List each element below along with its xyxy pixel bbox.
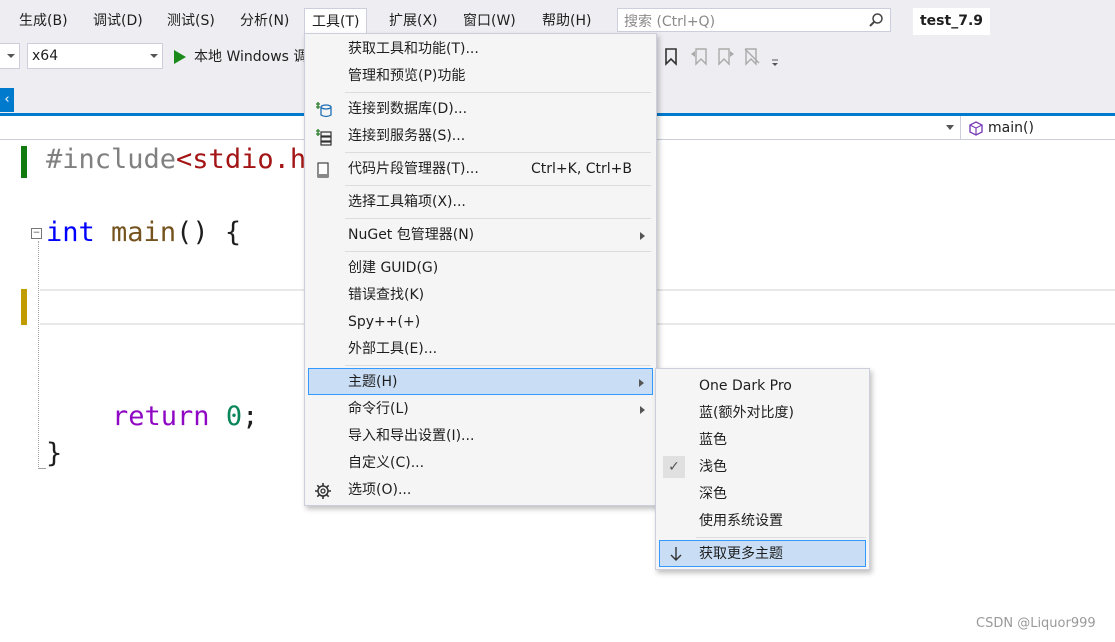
- chevron-down-icon: [150, 54, 158, 58]
- menu-item-create-guid[interactable]: 创建 GUID(G): [308, 255, 653, 282]
- include-header: <stdio.h: [176, 144, 307, 175]
- next-bookmark-icon[interactable]: [717, 48, 735, 66]
- menu-debug[interactable]: 调试(D): [86, 8, 150, 34]
- chevron-down-icon[interactable]: [946, 125, 954, 130]
- submenu-arrow-icon: [640, 406, 645, 414]
- return-value: 0: [225, 401, 243, 432]
- menu-separator: [345, 92, 651, 93]
- menu-item-options[interactable]: 选项(O)...: [308, 477, 653, 504]
- clear-bookmarks-icon[interactable]: [744, 48, 762, 66]
- menu-separator: [345, 365, 651, 366]
- return-keyword: return: [112, 401, 210, 432]
- run-label: 本地 Windows 调: [194, 49, 308, 65]
- scroll-tabs-left-icon[interactable]: ‹: [0, 88, 14, 112]
- main-signature-rest: () {: [176, 217, 242, 248]
- menu-test[interactable]: 测试(S): [160, 8, 222, 34]
- chevron-down-icon: [7, 54, 15, 58]
- tools-menu: 获取工具和功能(T)... 管理和预览(P)功能 连接到数据库(D)... 连接…: [304, 33, 657, 506]
- menu-tools[interactable]: 工具(T): [304, 8, 368, 35]
- theme-light[interactable]: ✓ 浅色: [659, 454, 866, 481]
- menu-item-spy[interactable]: Spy++(+): [308, 309, 653, 336]
- search-icon[interactable]: [868, 12, 884, 28]
- menu-item-command-line[interactable]: 命令行(L): [308, 396, 653, 423]
- run-button[interactable]: 本地 Windows 调: [170, 46, 307, 68]
- platform-dropdown[interactable]: x64: [27, 43, 163, 69]
- menu-separator: [345, 152, 651, 153]
- menu-item-customize[interactable]: 自定义(C)...: [308, 450, 653, 477]
- gear-icon: [315, 483, 331, 499]
- menu-separator: [345, 218, 651, 219]
- menu-separator: [345, 251, 651, 252]
- menu-separator: [345, 185, 651, 186]
- database-connect-icon: [316, 102, 332, 118]
- collapse-toggle-icon[interactable]: −: [31, 228, 42, 239]
- submenu-arrow-icon: [639, 379, 644, 387]
- include-keyword: #include: [46, 144, 177, 175]
- scope-guide-line: [38, 241, 39, 469]
- theme-submenu: One Dark Pro 蓝(额外对比度) 蓝色 ✓ 浅色 深色 使用系统设置 …: [655, 368, 870, 570]
- main-function-name: main: [111, 217, 177, 248]
- arrow-down-icon: [670, 547, 682, 561]
- menu-item-error-lookup[interactable]: 错误查找(K): [308, 282, 653, 309]
- code-line-main: int main() {: [46, 217, 241, 248]
- menu-item-nuget[interactable]: NuGet 包管理器(N): [308, 222, 653, 249]
- toolbar-overflow-icon[interactable]: [770, 54, 780, 72]
- method-cube-icon: [969, 121, 983, 136]
- return-semicolon: ;: [242, 401, 259, 432]
- menu-item-get-tools[interactable]: 获取工具和功能(T)...: [308, 36, 653, 63]
- menu-item-connect-server[interactable]: 连接到服务器(S)...: [308, 123, 653, 150]
- menu-item-choose-toolbox[interactable]: 选择工具箱项(X)...: [308, 189, 653, 216]
- theme-get-more[interactable]: 获取更多主题: [659, 540, 866, 567]
- shortcut-text: Ctrl+K, Ctrl+B: [531, 161, 632, 177]
- watermark: CSDN @Liquor999: [976, 616, 1096, 631]
- member-label: main(): [988, 120, 1034, 136]
- code-line-include: #include<stdio.h: [46, 144, 306, 175]
- theme-blue[interactable]: 蓝色: [659, 427, 866, 454]
- search-placeholder: 搜索 (Ctrl+Q): [624, 14, 716, 30]
- theme-use-system[interactable]: 使用系统设置: [659, 508, 866, 535]
- project-title: test_7.9: [913, 8, 990, 35]
- snippet-icon: [317, 162, 329, 178]
- platform-value: x64: [32, 48, 59, 64]
- menu-extensions[interactable]: 扩展(X): [382, 8, 445, 34]
- menu-item-snippets-manager[interactable]: 代码片段管理器(T)... Ctrl+K, Ctrl+B: [308, 156, 653, 183]
- menu-item-manage-preview[interactable]: 管理和预览(P)功能: [308, 63, 653, 90]
- configuration-dropdown[interactable]: [0, 43, 20, 69]
- menu-analyze[interactable]: 分析(N): [233, 8, 296, 34]
- menu-window[interactable]: 窗口(W): [456, 8, 523, 34]
- search-input[interactable]: 搜索 (Ctrl+Q): [617, 8, 891, 32]
- previous-bookmark-icon[interactable]: [690, 48, 708, 66]
- saved-change-marker: [21, 146, 27, 178]
- menu-build[interactable]: 生成(B): [12, 8, 75, 34]
- menu-item-external-tools[interactable]: 外部工具(E)...: [308, 336, 653, 363]
- code-line-close-brace: }: [46, 438, 63, 469]
- unsaved-change-marker: [21, 289, 27, 325]
- member-dropdown[interactable]: main(): [968, 118, 1034, 138]
- theme-dark[interactable]: 深色: [659, 481, 866, 508]
- menu-help[interactable]: 帮助(H): [535, 8, 598, 34]
- submenu-arrow-icon: [640, 232, 645, 240]
- menu-item-connect-database[interactable]: 连接到数据库(D)...: [308, 96, 653, 123]
- scope-guide-end: [38, 468, 46, 469]
- checkmark-icon: ✓: [663, 456, 685, 478]
- menu-separator: [696, 537, 866, 538]
- bookmark-icon[interactable]: [664, 48, 678, 66]
- play-icon: [174, 50, 186, 64]
- theme-one-dark-pro[interactable]: One Dark Pro: [659, 373, 866, 400]
- int-keyword: int: [46, 217, 95, 248]
- menu-item-import-export[interactable]: 导入和导出设置(I)...: [308, 423, 653, 450]
- code-line-return: return 0;: [112, 401, 258, 432]
- theme-blue-high-contrast[interactable]: 蓝(额外对比度): [659, 400, 866, 427]
- server-connect-icon: [316, 129, 332, 146]
- menu-item-theme[interactable]: 主题(H): [308, 368, 653, 395]
- navbar-divider: [960, 116, 961, 140]
